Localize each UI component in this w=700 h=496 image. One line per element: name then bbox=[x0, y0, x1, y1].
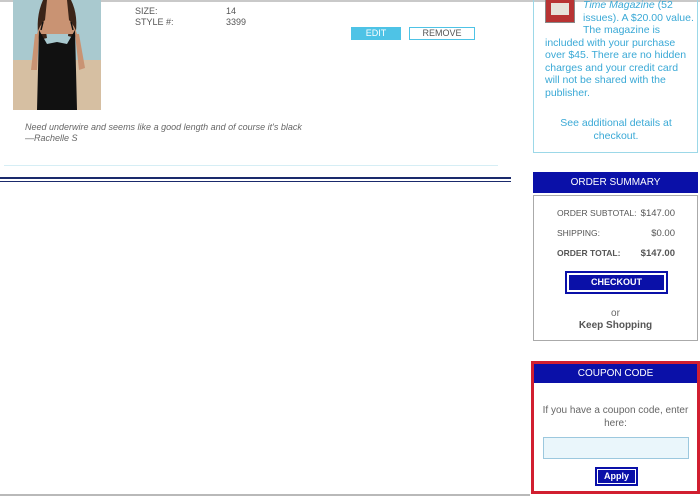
coupon-prompt: If you have a coupon code, enter here: bbox=[542, 405, 689, 429]
cart-divider bbox=[0, 177, 511, 182]
size-value: 14 bbox=[226, 6, 237, 16]
promo-body: included with your purchase over $45. Th… bbox=[545, 36, 687, 99]
apply-button[interactable]: Apply bbox=[595, 467, 638, 486]
order-summary-panel: ORDER SUBTOTAL: $147.00 SHIPPING: $0.00 … bbox=[533, 195, 698, 341]
edit-button[interactable]: EDIT bbox=[351, 27, 401, 40]
review-author: —Rachelle S bbox=[25, 133, 78, 143]
product-image[interactable] bbox=[13, 0, 101, 110]
order-summary-header: ORDER SUMMARY bbox=[533, 172, 698, 193]
coupon-header: COUPON CODE bbox=[534, 364, 697, 383]
customer-review: Need underwire and seems like a good len… bbox=[25, 122, 302, 144]
total-value: $147.00 bbox=[640, 248, 675, 259]
promo-line-2: issues). A $20.00 value. bbox=[583, 11, 694, 24]
keep-shopping-link[interactable]: Keep Shopping bbox=[534, 320, 697, 331]
checkout-label: CHECKOUT bbox=[567, 273, 666, 292]
coupon-panel: COUPON CODE If you have a coupon code, e… bbox=[531, 361, 700, 494]
shipping-value: $0.00 bbox=[651, 228, 675, 239]
item-divider bbox=[4, 165, 498, 166]
shipping-label: SHIPPING: bbox=[557, 228, 600, 238]
promo-magazine-name: Time Magazine bbox=[583, 0, 655, 11]
promo-details-link[interactable]: See additional details at checkout. bbox=[538, 117, 694, 143]
remove-button[interactable]: REMOVE bbox=[409, 27, 475, 40]
or-text: or bbox=[611, 308, 620, 319]
total-label: ORDER TOTAL: bbox=[557, 248, 621, 258]
style-label: STYLE #: bbox=[135, 17, 174, 27]
style-value: 3399 bbox=[226, 17, 247, 27]
size-label: SIZE: bbox=[135, 6, 158, 16]
subtotal-label: ORDER SUBTOTAL: bbox=[557, 208, 637, 218]
apply-label: Apply bbox=[597, 469, 636, 484]
promo-line-3: The magazine is bbox=[583, 24, 661, 36]
subtotal-value: $147.00 bbox=[640, 208, 675, 219]
coupon-input[interactable] bbox=[543, 437, 689, 459]
review-text: Need underwire and seems like a good len… bbox=[25, 122, 302, 132]
checkout-button[interactable]: CHECKOUT bbox=[565, 271, 668, 294]
promo-box: Time Magazine (52 issues). A $20.00 valu… bbox=[533, 0, 698, 153]
promo-text: Time Magazine (52 issues). A $20.00 valu… bbox=[545, 0, 694, 99]
